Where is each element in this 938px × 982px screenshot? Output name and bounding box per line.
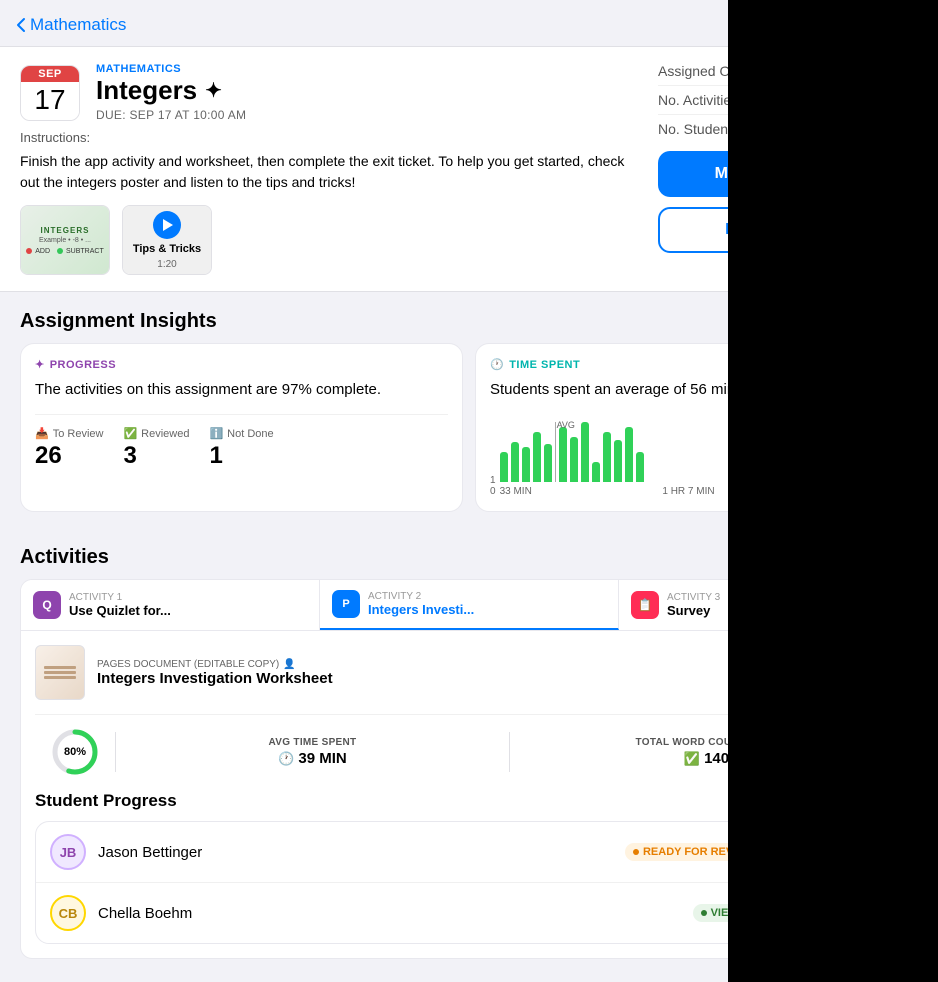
avg-label: AVG [557, 420, 575, 430]
activity-3-name: Survey [667, 603, 720, 618]
badge-dot-green [701, 910, 707, 916]
bar-12 [625, 427, 633, 482]
bar-10 [603, 432, 611, 482]
video-duration: 1:20 [157, 259, 176, 270]
poster-sub: Example • -8 • ... [39, 237, 91, 244]
avg-time-block: AVG TIME SPENT 🕐 39 MIN [116, 737, 509, 767]
avg-line: AVG [555, 422, 556, 482]
due-date: DUE: SEP 17 AT 10:00 AM [96, 108, 246, 122]
bar-4 [533, 432, 541, 482]
not-done-stat: ℹ️ Not Done 1 [209, 427, 273, 470]
stats-row: 📥 To Review 26 ✅ Reviewed 3 ℹ️ Not Done [35, 414, 448, 470]
back-label: Mathematics [30, 15, 126, 35]
sparkle-icon: ✦ [205, 78, 222, 103]
attachments: INTEGERS Example • -8 • ... ADD SUBTRACT [20, 205, 638, 275]
student-name-chella: Chella Boehm [98, 905, 681, 922]
header-left: SEP 17 MATHEMATICS Integers ✦ DUE: SEP 1… [20, 63, 638, 275]
not-done-value: 1 [209, 442, 273, 470]
doc-thumb [35, 645, 85, 700]
clock-icon: 🕐 [490, 358, 504, 371]
reviewed-value: 3 [123, 442, 189, 470]
bar-7 [570, 437, 578, 482]
avg-time-value: 🕐 39 MIN [278, 750, 347, 767]
word-count-value: ✅ 140 [684, 750, 729, 767]
back-button[interactable]: Mathematics [16, 15, 126, 35]
bar-5 [544, 444, 552, 482]
doc-type: PAGES DOCUMENT (EDITABLE COPY) 👤 [97, 659, 733, 670]
subject-label: MATHEMATICS [96, 63, 246, 75]
badge-dot-orange [633, 849, 639, 855]
nav-left: Mathematics [16, 15, 126, 35]
progress-donut: 80% [50, 727, 100, 777]
activity-3-info: ACTIVITY 3 Survey [667, 592, 720, 618]
x-label-2: 1 HR 7 MIN [662, 486, 714, 497]
bar-13 [636, 452, 644, 482]
cal-day: 17 [21, 82, 79, 120]
activity-tab-1[interactable]: Q ACTIVITY 1 Use Quizlet for... [21, 580, 320, 630]
avg-time-label: AVG TIME SPENT [269, 737, 357, 748]
check-circle-small-icon: ✅ [684, 751, 700, 767]
assignment-title: Integers ✦ [96, 75, 246, 106]
play-button[interactable] [153, 211, 181, 239]
donut-label: 80% [64, 746, 86, 758]
poster-attachment[interactable]: INTEGERS Example • -8 • ... ADD SUBTRACT [20, 205, 110, 275]
progress-text: The activities on this assignment are 97… [35, 379, 448, 400]
progress-card: ✦ PROGRESS The activities on this assign… [20, 343, 463, 512]
activity-2-label: ACTIVITY 2 [368, 591, 474, 602]
video-attachment[interactable]: Tips & Tricks 1:20 [122, 205, 212, 275]
check-circle-icon: ✅ [123, 427, 137, 440]
poster-dots: ADD SUBTRACT [26, 248, 104, 255]
cal-month: SEP [21, 66, 79, 82]
bar-8 [581, 422, 589, 482]
activity-1-label: ACTIVITY 1 [69, 592, 171, 603]
clock-small-icon: 🕐 [278, 751, 294, 767]
activity-3-icon: 📋 [631, 591, 659, 619]
bar-6 [559, 427, 567, 482]
video-label: Tips & Tricks [133, 243, 201, 255]
activity-1-name: Use Quizlet for... [69, 603, 171, 618]
person-icon: 👤 [283, 659, 295, 670]
activity-1-info: ACTIVITY 1 Use Quizlet for... [69, 592, 171, 618]
progress-circle-icon: ✦ [35, 358, 45, 371]
activity-1-icon: Q [33, 591, 61, 619]
bar-3 [522, 447, 530, 482]
donut-block: 80% [35, 727, 115, 777]
avatar-cb: CB [50, 895, 86, 931]
reviewed-stat: ✅ Reviewed 3 [123, 427, 189, 470]
to-review-value: 26 [35, 442, 103, 470]
progress-tag: ✦ PROGRESS [35, 358, 448, 371]
doc-info: PAGES DOCUMENT (EDITABLE COPY) 👤 Integer… [97, 659, 733, 687]
title-block: MATHEMATICS Integers ✦ DUE: SEP 17 AT 10… [96, 63, 246, 122]
play-triangle-icon [163, 219, 173, 231]
chart-y-labels: 1 0 [490, 475, 496, 497]
inbox-icon: 📥 [35, 427, 49, 440]
activity-2-name: Integers Investi... [368, 602, 474, 617]
student-name-jason: Jason Bettinger [98, 844, 613, 861]
to-review-stat: 📥 To Review 26 [35, 427, 103, 470]
poster-title: INTEGERS [41, 226, 90, 235]
instructions-label: Instructions: [20, 130, 638, 145]
doc-name: Integers Investigation Worksheet [97, 670, 733, 687]
student-progress-title: Student Progress [35, 791, 177, 811]
activity-2-info: ACTIVITY 2 Integers Investi... [368, 591, 474, 617]
right-black-overlay [728, 0, 938, 982]
x-label-1: 33 MIN [500, 486, 532, 497]
bar-2 [511, 442, 519, 482]
calendar-badge: SEP 17 [20, 65, 80, 121]
avatar-jb: JB [50, 834, 86, 870]
activity-3-label: ACTIVITY 3 [667, 592, 720, 603]
activity-tab-2[interactable]: P ACTIVITY 2 Integers Investi... [320, 580, 619, 630]
bar-1 [500, 452, 508, 482]
instructions-text: Finish the app activity and worksheet, t… [20, 151, 638, 193]
cal-title-row: SEP 17 MATHEMATICS Integers ✦ DUE: SEP 1… [20, 63, 638, 122]
bar-11 [614, 440, 622, 482]
activity-2-icon: P [332, 590, 360, 618]
info-circle-icon: ℹ️ [209, 427, 223, 440]
bar-9 [592, 462, 600, 482]
